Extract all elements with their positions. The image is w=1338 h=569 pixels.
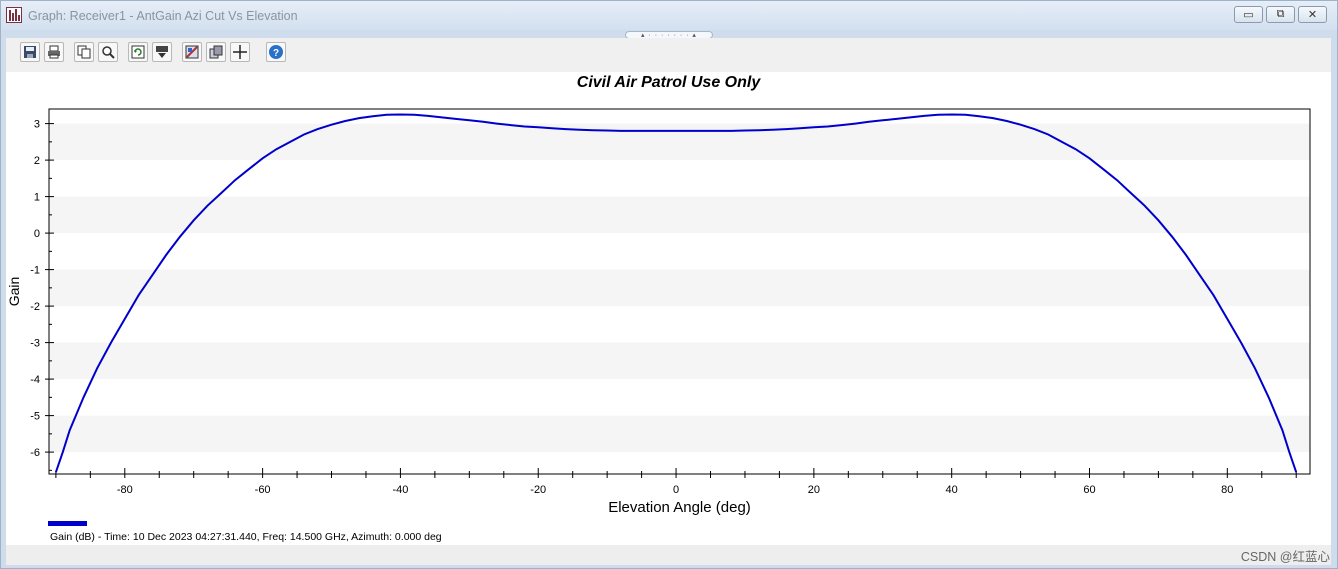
x-tick-label: 80 [1221,484,1233,496]
copy-icon [77,45,91,59]
grid-band [49,123,1310,161]
zoom-icon [102,46,115,59]
title-bar[interactable]: Graph: Receiver1 - AntGain Azi Cut Vs El… [1,1,1337,30]
grid-band [49,196,1310,234]
close-button[interactable]: ✕ [1298,6,1327,23]
layers-button[interactable] [206,42,226,62]
minimize-button[interactable]: ▭ [1234,6,1263,23]
y-tick-label: -1 [30,265,40,277]
y-tick-label: -5 [30,411,40,423]
properties-button[interactable] [182,42,202,62]
graph-panel: Civil Air Patrol Use Only 3 2 1 0 -1 -2 -3 -4 -5… [6,72,1331,545]
x-tick-label: 20 [808,484,820,496]
x-tick-label: 60 [1083,484,1095,496]
help-button[interactable]: ? [266,42,286,62]
y-axis-label: Gain [6,277,22,307]
print-button[interactable] [44,42,64,62]
x-tick-label: -80 [117,484,133,496]
legend-swatch [48,521,87,526]
restore-icon: ⧉ [1276,8,1285,20]
close-icon: ✕ [1307,9,1318,21]
window-title: Graph: Receiver1 - AntGain Azi Cut Vs El… [28,9,298,23]
layers-icon [209,45,223,59]
restore-button[interactable]: ⧉ [1266,6,1295,23]
y-tick-label: 0 [34,228,40,240]
refresh-button[interactable] [128,42,148,62]
svg-text:?: ? [273,48,279,59]
print-icon [48,45,60,59]
legend-label: Gain (dB) - Time: 10 Dec 2023 04:27:31.4… [50,531,442,543]
x-tick-label: -40 [392,484,408,496]
x-tick-label: 0 [673,484,679,496]
copy-button[interactable] [74,42,94,62]
help-icon: ? [269,45,283,59]
save-button[interactable] [20,42,40,62]
toolbar: ? [6,38,1331,72]
crosshair-icon [233,45,247,59]
save-icon [24,46,36,58]
y-tick-label: 2 [34,155,40,167]
export-button[interactable] [152,42,172,62]
graph-window: Graph: Receiver1 - AntGain Azi Cut Vs El… [0,0,1338,569]
refresh-icon [131,45,145,59]
x-tick-label: -60 [255,484,271,496]
minimize-icon: ▭ [1243,9,1254,21]
grid-band [49,269,1310,307]
watermark: CSDN @红蓝心 [1240,550,1330,564]
y-tick-label: -6 [30,447,40,459]
grid-band [49,342,1310,380]
x-tick-label: 40 [946,484,958,496]
y-tick-label: -4 [30,374,40,386]
gain-chart[interactable]: 3 2 1 0 -1 -2 -3 -4 -5 -6 -80 -60 -40 -20 0 20 40 60 80 Ele… [6,72,1331,517]
crosshair-button[interactable] [230,42,250,62]
y-tick-label: -2 [30,301,40,313]
y-tick-label: -3 [30,338,40,350]
x-tick-label: -20 [530,484,546,496]
y-tick-label: 3 [34,119,40,131]
export-icon [156,46,168,58]
status-bar [6,545,1331,565]
y-tick-label: 1 [34,192,40,204]
zoom-button[interactable] [98,42,118,62]
x-axis-label: Elevation Angle (deg) [608,499,751,516]
graph-app-icon [6,7,22,23]
properties-icon [185,45,199,59]
grid-band [49,415,1310,453]
